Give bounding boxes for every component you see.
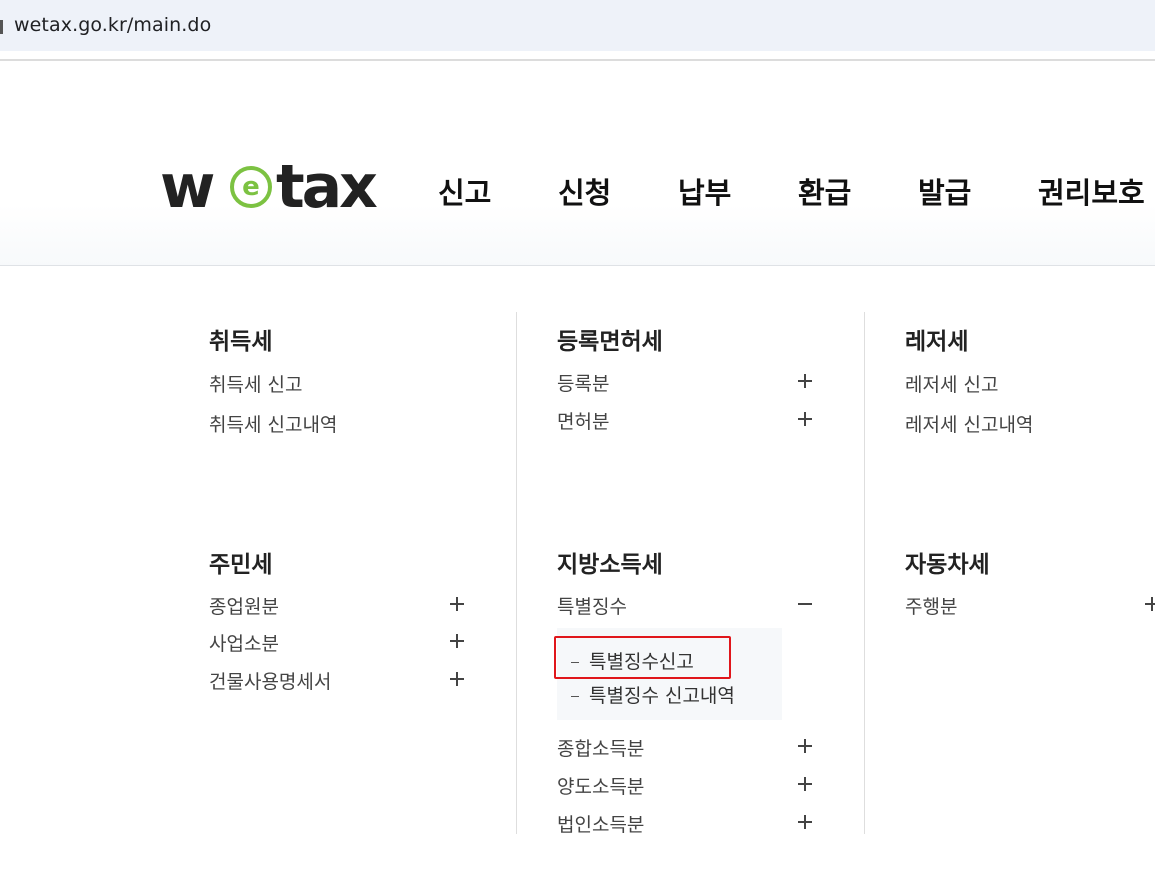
gnb-report[interactable]: 신고 xyxy=(438,170,491,212)
category-leisure-tax[interactable]: 레저세 xyxy=(905,322,968,356)
column-divider xyxy=(516,312,517,834)
expand-plus-icon[interactable] xyxy=(798,815,812,829)
collapse-minus-icon[interactable] xyxy=(798,597,812,611)
wetax-logo[interactable]: w e tax xyxy=(160,152,378,222)
menu-item-building-usage[interactable]: 건물사용명세서 xyxy=(209,667,331,694)
logo-e: e xyxy=(242,172,260,202)
menu-item-registration[interactable]: 등록분 xyxy=(557,369,609,396)
expand-plus-icon[interactable] xyxy=(450,597,464,611)
category-acquisition-tax[interactable]: 취득세 xyxy=(209,322,272,356)
logo-e-ring: e xyxy=(230,166,272,208)
category-vehicle-tax[interactable]: 자동차세 xyxy=(905,545,990,579)
expand-plus-icon[interactable] xyxy=(798,412,812,426)
menu-item-business-office[interactable]: 사업소분 xyxy=(209,629,279,656)
menu-item-acquisition-report[interactable]: 취득세 신고 xyxy=(209,370,302,397)
gnb-pay[interactable]: 납부 xyxy=(678,170,731,212)
tab-edge xyxy=(0,20,3,34)
expand-plus-icon[interactable] xyxy=(798,777,812,791)
expand-plus-icon[interactable] xyxy=(798,374,812,388)
submenu-item-withholding-history[interactable]: 특별징수 신고내역 xyxy=(571,681,735,708)
menu-item-special-withholding[interactable]: 특별징수 xyxy=(557,592,627,619)
menu-item-employee[interactable]: 종업원분 xyxy=(209,592,279,619)
dash-bullet xyxy=(571,696,579,697)
category-local-income-tax[interactable]: 지방소득세 xyxy=(557,545,663,579)
menu-item-comprehensive-income[interactable]: 종합소득분 xyxy=(557,734,644,761)
logo-tax: tax xyxy=(276,152,378,222)
gnb-apply[interactable]: 신청 xyxy=(558,170,611,212)
logo-w: w xyxy=(160,152,215,222)
expand-plus-icon[interactable] xyxy=(450,672,464,686)
submenu-label: 특별징수 신고내역 xyxy=(589,685,735,707)
gnb-rights[interactable]: 권리보호 xyxy=(1038,170,1145,212)
menu-item-acquisition-history[interactable]: 취득세 신고내역 xyxy=(209,410,337,437)
menu-item-leisure-report[interactable]: 레저세 신고 xyxy=(905,370,998,397)
gnb-refund[interactable]: 환급 xyxy=(798,170,851,212)
highlight-box xyxy=(554,636,731,679)
category-registration-tax[interactable]: 등록면허세 xyxy=(557,322,663,356)
menu-item-corporate-income[interactable]: 법인소득분 xyxy=(557,810,644,837)
column-divider xyxy=(864,312,865,834)
header-divider xyxy=(0,265,1155,266)
menu-item-leisure-history[interactable]: 레저세 신고내역 xyxy=(905,410,1033,437)
url-text[interactable]: wetax.go.kr/main.do xyxy=(14,14,211,36)
category-resident-tax[interactable]: 주민세 xyxy=(209,545,272,579)
menu-item-license[interactable]: 면허분 xyxy=(557,407,609,434)
menu-item-transfer-income[interactable]: 양도소득분 xyxy=(557,772,644,799)
menu-item-mileage[interactable]: 주행분 xyxy=(905,592,957,619)
address-bar[interactable]: wetax.go.kr/main.do xyxy=(0,0,1155,51)
expand-plus-icon[interactable] xyxy=(450,634,464,648)
expand-plus-icon[interactable] xyxy=(1145,597,1155,611)
expand-plus-icon[interactable] xyxy=(798,739,812,753)
gnb-issue[interactable]: 발급 xyxy=(918,170,971,212)
